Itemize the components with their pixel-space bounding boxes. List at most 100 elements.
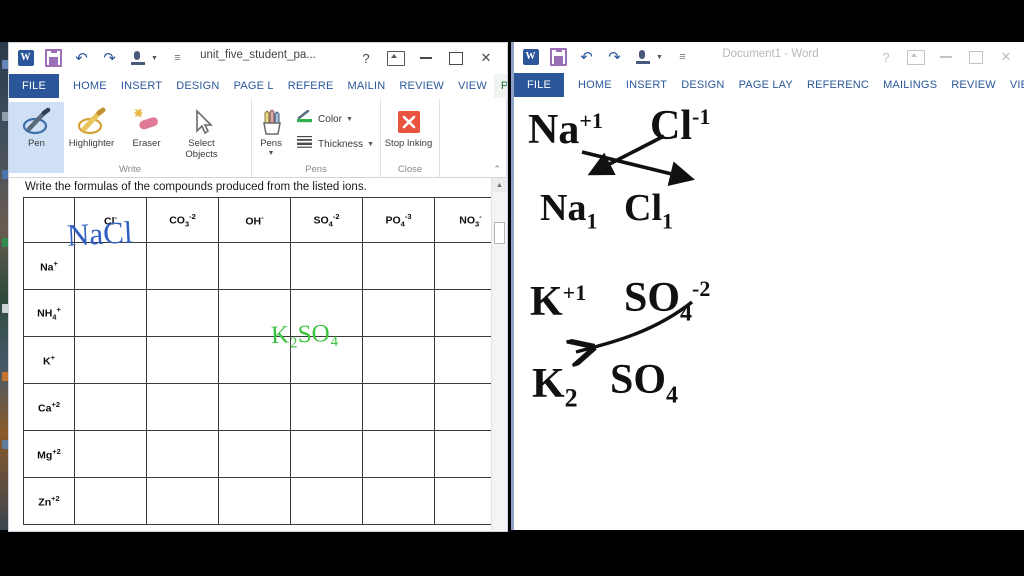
tab-file[interactable]: FILE [9, 74, 60, 98]
eraser-label: Eraser [132, 138, 161, 149]
tab-design[interactable]: DESIGN [169, 74, 226, 98]
scrollbar-thumb[interactable] [494, 222, 505, 244]
minimize-icon[interactable] [411, 46, 441, 70]
help-icon[interactable]: ? [871, 45, 901, 69]
cell-na-so4[interactable] [290, 242, 363, 290]
cell-mg-so4[interactable] [290, 430, 363, 478]
tab-home[interactable]: HOME [571, 73, 619, 97]
collapse-ribbon-icon[interactable]: ⌃ [493, 164, 501, 175]
pen-color-chevron-down-icon[interactable]: ▼ [346, 116, 353, 123]
table-row: Mg+2 [23, 430, 507, 478]
ion-formula-table[interactable]: Cl- CO3-2 OH- SO4-2 PO4-3 NO3- Na+ NH4+ … [23, 197, 507, 525]
window-controls-right[interactable]: ? ✕ [871, 45, 1021, 69]
title-bar-right: W ↶ ↷ ▼ ≡ Document1 - Word ? ✕ [514, 42, 1024, 73]
pen-button[interactable]: Pen [9, 102, 64, 173]
tab-review[interactable]: REVIEW [944, 73, 1003, 97]
row-header-ca: Ca+2 [23, 383, 75, 431]
cell-zn-co3[interactable] [146, 477, 219, 525]
close-icon[interactable]: ✕ [991, 45, 1021, 69]
cell-mg-cl[interactable] [74, 430, 147, 478]
table-corner-cell [23, 197, 75, 243]
ribbon-tabs-left[interactable]: FILE HOME INSERT DESIGN PAGE L REFERE MA… [9, 74, 507, 99]
window-controls-left[interactable]: ? ✕ [351, 46, 501, 70]
word-window-right[interactable]: W ↶ ↷ ▼ ≡ Document1 - Word ? ✕ FILE HOME… [511, 42, 1024, 530]
cell-zn-cl[interactable] [74, 477, 147, 525]
cell-k-cl[interactable] [74, 336, 147, 384]
ribbon-display-options-icon[interactable] [901, 45, 931, 69]
tab-pens[interactable]: PENS [493, 74, 507, 98]
pens-chevron-down-icon[interactable]: ▼ [268, 150, 275, 157]
cell-mg-oh[interactable] [218, 430, 291, 478]
row-header-na: Na+ [23, 242, 75, 290]
cell-ca-co3[interactable] [146, 383, 219, 431]
ribbon-display-options-icon[interactable] [381, 46, 411, 70]
tab-view[interactable]: VIEW [451, 74, 494, 98]
cell-ca-oh[interactable] [218, 383, 291, 431]
highlighter-button[interactable]: Highlighter [64, 102, 119, 149]
select-objects-button[interactable]: Select Objects [174, 102, 229, 160]
table-row: NH4+ [23, 289, 507, 337]
cell-ca-so4[interactable] [290, 383, 363, 431]
maximize-icon[interactable] [961, 45, 991, 69]
thickness-button[interactable]: Thickness ▼ [290, 132, 380, 157]
cell-ca-po4[interactable] [362, 383, 435, 431]
ribbon-left[interactable]: Pen Highlighter Eraser Select Objects Wr… [9, 99, 507, 178]
tab-mailings[interactable]: MAILINGS [876, 73, 944, 97]
eraser-button[interactable]: Eraser [119, 102, 174, 149]
cell-zn-po4[interactable] [362, 477, 435, 525]
ribbon-group-pens: Pens ▼ Color ▼ Thickness ▼ Pens [252, 99, 381, 177]
tab-home[interactable]: HOME [66, 74, 114, 98]
cell-nh4-cl[interactable] [74, 289, 147, 337]
ink-cl-subscript: Cl1 [624, 187, 673, 234]
ink-na-subscript: Na1 [540, 187, 598, 234]
pens-gallery-button[interactable]: Pens ▼ [252, 102, 290, 157]
cell-ca-cl[interactable] [74, 383, 147, 431]
cell-na-oh[interactable] [218, 242, 291, 290]
cell-k-co3[interactable] [146, 336, 219, 384]
cell-na-cl[interactable] [74, 242, 147, 290]
tab-view[interactable]: VIEW [1003, 73, 1024, 97]
cell-k-oh[interactable] [218, 336, 291, 384]
pen-label: Pen [28, 138, 45, 149]
tab-references[interactable]: REFERE [281, 74, 341, 98]
tab-references[interactable]: REFERENC [800, 73, 876, 97]
close-icon[interactable]: ✕ [471, 46, 501, 70]
minimize-icon[interactable] [931, 45, 961, 69]
cell-nh4-po4[interactable] [362, 289, 435, 337]
tab-mailings[interactable]: MAILIN [341, 74, 393, 98]
tab-insert[interactable]: INSERT [619, 73, 674, 97]
highlighter-icon [76, 105, 108, 138]
cell-k-po4[interactable] [362, 336, 435, 384]
cell-k-so4[interactable] [290, 336, 363, 384]
thickness-label: Thickness [318, 139, 364, 150]
cell-zn-so4[interactable] [290, 477, 363, 525]
stop-inking-button[interactable]: Stop Inking [381, 102, 436, 149]
tab-file[interactable]: FILE [514, 73, 565, 97]
cell-na-po4[interactable] [362, 242, 435, 290]
cell-nh4-oh[interactable] [218, 289, 291, 337]
column-header-po4: PO4-3 [362, 197, 435, 243]
help-icon[interactable]: ? [351, 46, 381, 70]
maximize-icon[interactable] [441, 46, 471, 70]
table-row: K+ [23, 336, 507, 384]
tab-insert[interactable]: INSERT [114, 74, 169, 98]
vertical-scrollbar-left[interactable]: ▲ [491, 178, 507, 530]
cell-nh4-co3[interactable] [146, 289, 219, 337]
ribbon-tabs-right[interactable]: FILE HOME INSERT DESIGN PAGE LAY REFEREN… [514, 73, 1024, 98]
cell-zn-oh[interactable] [218, 477, 291, 525]
cell-nh4-so4[interactable] [290, 289, 363, 337]
cell-na-co3[interactable] [146, 242, 219, 290]
cell-mg-co3[interactable] [146, 430, 219, 478]
scroll-up-icon[interactable]: ▲ [492, 178, 507, 192]
tab-review[interactable]: REVIEW [392, 74, 451, 98]
thickness-chevron-down-icon[interactable]: ▼ [367, 141, 374, 148]
tab-design[interactable]: DESIGN [674, 73, 731, 97]
document-canvas-right[interactable]: Na+1 Cl-1 Na1 Cl1 K+1 SO4-2 K2 SO4 [514, 98, 1024, 530]
cell-mg-po4[interactable] [362, 430, 435, 478]
pen-color-button[interactable]: Color ▼ [290, 107, 380, 132]
tab-page-layout[interactable]: PAGE LAY [732, 73, 800, 97]
document-instruction: Write the formulas of the compounds prod… [25, 181, 367, 193]
word-window-left[interactable]: W ↶ ↷ ▼ ≡ unit_five_student_pa... ? ✕ FI… [8, 42, 508, 532]
document-canvas-left[interactable]: Write the formulas of the compounds prod… [9, 178, 507, 530]
tab-page-layout[interactable]: PAGE L [227, 74, 281, 98]
